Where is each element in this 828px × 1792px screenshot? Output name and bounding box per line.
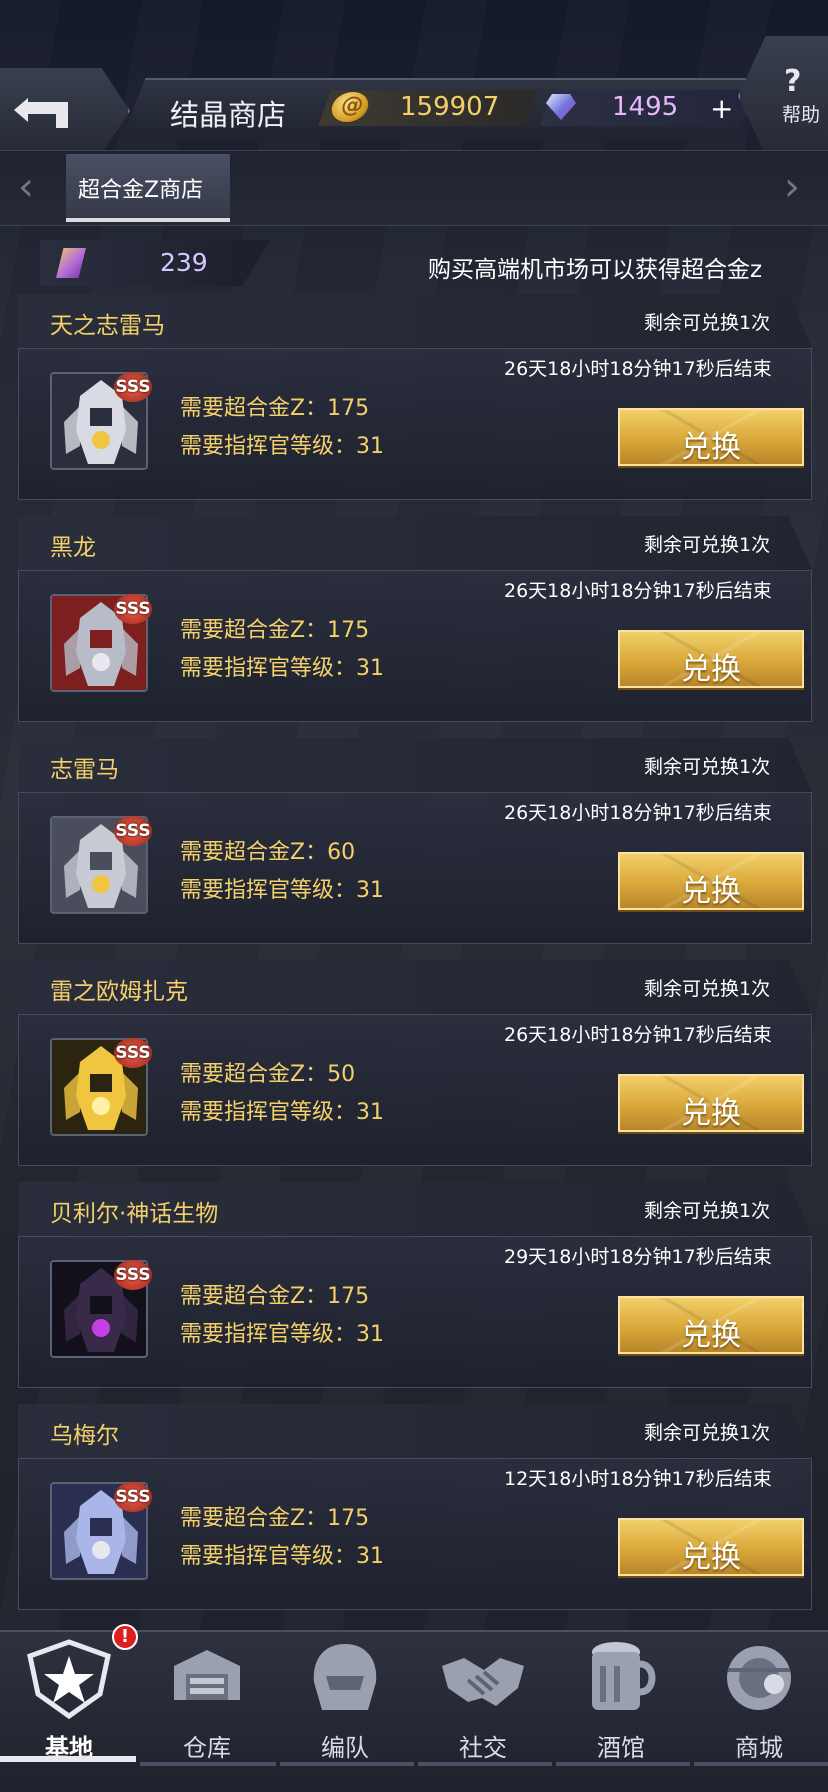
required-level: 需要指挥官等级：31: [180, 656, 384, 681]
page-title: 结晶商店: [170, 98, 287, 132]
tab-scroll-left-icon[interactable]: ‹: [18, 164, 34, 210]
nav-divider: [280, 1762, 414, 1766]
shop-item-card: 乌梅尔 剩余可兑换1次 12天18小时18分钟17秒后结束 SSS 需要超合金Z…: [18, 1404, 812, 1610]
mug-icon: [592, 1642, 656, 1710]
redeem-button[interactable]: 兑换: [618, 630, 804, 688]
required-level: 需要指挥官等级：31: [180, 1100, 384, 1125]
redeem-button[interactable]: 兑换: [618, 852, 804, 910]
redeem-button-label: 兑换: [681, 1318, 741, 1353]
alloy-balance: 239: [160, 248, 208, 277]
card-header: 黑龙 剩余可兑换1次: [18, 516, 812, 570]
item-name: 天之志雷马: [50, 313, 165, 339]
tab-scroll-right-icon[interactable]: ›: [784, 164, 800, 210]
nav-shop[interactable]: 商城: [690, 1636, 828, 1762]
remaining-count: 剩余可兑换1次: [644, 1200, 771, 1222]
help-question-icon: ?: [784, 64, 802, 99]
redeem-button-label: 兑换: [681, 652, 741, 687]
remaining-count: 剩余可兑换1次: [644, 978, 771, 1000]
star-badge-icon: [27, 1639, 111, 1720]
nav-label: 仓库: [183, 1734, 231, 1762]
shop-item-card: 雷之欧姆扎克 剩余可兑换1次 26天18小时18分钟17秒后结束 SSS 需要超…: [18, 960, 812, 1166]
card-header: 志雷马 剩余可兑换1次: [18, 738, 812, 792]
remaining-count: 剩余可兑换1次: [644, 312, 771, 334]
item-name: 黑龙: [50, 535, 96, 561]
countdown-timer: 29天18小时18分钟17秒后结束: [504, 1246, 772, 1268]
required-level: 需要指挥官等级：31: [180, 1322, 384, 1347]
rank-badge: SSS: [114, 816, 152, 846]
rank-badge: SSS: [114, 372, 152, 402]
item-name: 雷之欧姆扎克: [50, 979, 188, 1005]
remaining-count: 剩余可兑换1次: [644, 756, 771, 778]
card-header: 贝利尔·神话生物 剩余可兑换1次: [18, 1182, 812, 1236]
gem-amount: 1495: [612, 92, 679, 122]
required-alloy: 需要超合金Z：175: [180, 1506, 370, 1531]
handshake-icon: [442, 1658, 524, 1706]
required-alloy: 需要超合金Z：175: [180, 1284, 370, 1309]
redeem-button[interactable]: 兑换: [618, 1296, 804, 1354]
back-arrow-icon: [14, 98, 68, 128]
countdown-timer: 26天18小时18分钟17秒后结束: [504, 580, 772, 602]
helmet-icon: [313, 1644, 377, 1710]
gold-amount: 159907: [400, 92, 500, 122]
nav-warehouse[interactable]: 仓库: [138, 1636, 276, 1762]
required-level: 需要指挥官等级：31: [180, 878, 384, 903]
shop-orb-icon: [727, 1646, 791, 1710]
redeem-button-label: 兑换: [681, 1096, 741, 1131]
redeem-button[interactable]: 兑换: [618, 1518, 804, 1576]
countdown-timer: 26天18小时18分钟17秒后结束: [504, 358, 772, 380]
acquire-hint: 购买高端机市场可以获得超合金z: [428, 257, 763, 283]
required-alloy: 需要超合金Z：60: [180, 840, 356, 865]
help-label: 帮助: [782, 104, 821, 126]
add-gems-button[interactable]: +: [710, 92, 733, 125]
rank-badge: SSS: [114, 1038, 152, 1068]
remaining-count: 剩余可兑换1次: [644, 1422, 771, 1444]
shop-item-card: 贝利尔·神话生物 剩余可兑换1次 29天18小时18分钟17秒后结束 SSS 需…: [18, 1182, 812, 1388]
nav-label: 商城: [735, 1734, 783, 1762]
rank-badge: SSS: [114, 594, 152, 624]
nav-divider: [694, 1762, 828, 1766]
nav-tavern[interactable]: 酒馆: [552, 1636, 690, 1762]
active-nav-indicator: [0, 1756, 136, 1762]
rank-badge: SSS: [114, 1482, 152, 1512]
nav-divider: [418, 1762, 552, 1766]
required-alloy: 需要超合金Z：175: [180, 396, 370, 421]
alert-badge: !: [112, 1624, 138, 1650]
required-alloy: 需要超合金Z：175: [180, 618, 370, 643]
item-name: 乌梅尔: [50, 1423, 119, 1449]
card-header: 天之志雷马 剩余可兑换1次: [18, 294, 812, 348]
tab-super-alloy-shop[interactable]: 超合金Z商店: [66, 154, 230, 222]
remaining-count: 剩余可兑换1次: [644, 534, 771, 556]
required-alloy: 需要超合金Z：50: [180, 1062, 356, 1087]
redeem-button[interactable]: 兑换: [618, 408, 804, 466]
redeem-button[interactable]: 兑换: [618, 1074, 804, 1132]
redeem-button-label: 兑换: [681, 874, 741, 909]
shop-item-card: 天之志雷马 剩余可兑换1次 26天18小时18分钟17秒后结束 SSS 需要超合…: [18, 294, 812, 500]
nav-label: 酒馆: [597, 1734, 645, 1762]
redeem-button-label: 兑换: [681, 1540, 741, 1575]
nav-social[interactable]: 社交: [414, 1636, 552, 1762]
nav-divider: [556, 1762, 690, 1766]
tab-label: 超合金Z商店: [78, 178, 204, 203]
shop-item-card: 黑龙 剩余可兑换1次 26天18小时18分钟17秒后结束 SSS 需要超合金Z：…: [18, 516, 812, 722]
nav-label: 社交: [459, 1734, 507, 1762]
required-level: 需要指挥官等级：31: [180, 1544, 384, 1569]
item-name: 贝利尔·神话生物: [50, 1201, 219, 1227]
card-header: 乌梅尔 剩余可兑换1次: [18, 1404, 812, 1458]
nav-divider: [140, 1762, 276, 1766]
card-header: 雷之欧姆扎克 剩余可兑换1次: [18, 960, 812, 1014]
countdown-timer: 26天18小时18分钟17秒后结束: [504, 1024, 772, 1046]
nav-base[interactable]: 基地: [0, 1636, 138, 1762]
countdown-timer: 12天18小时18分钟17秒后结束: [504, 1468, 772, 1490]
nav-label: 编队: [321, 1734, 369, 1762]
shop-item-card: 志雷马 剩余可兑换1次 26天18小时18分钟17秒后结束 SSS 需要超合金Z…: [18, 738, 812, 944]
redeem-button-label: 兑换: [681, 430, 741, 465]
required-level: 需要指挥官等级：31: [180, 434, 384, 459]
item-name: 志雷马: [50, 757, 119, 783]
warehouse-icon: [174, 1650, 240, 1700]
nav-formation[interactable]: 编队: [276, 1636, 414, 1762]
rank-badge: SSS: [114, 1260, 152, 1290]
countdown-timer: 26天18小时18分钟17秒后结束: [504, 802, 772, 824]
